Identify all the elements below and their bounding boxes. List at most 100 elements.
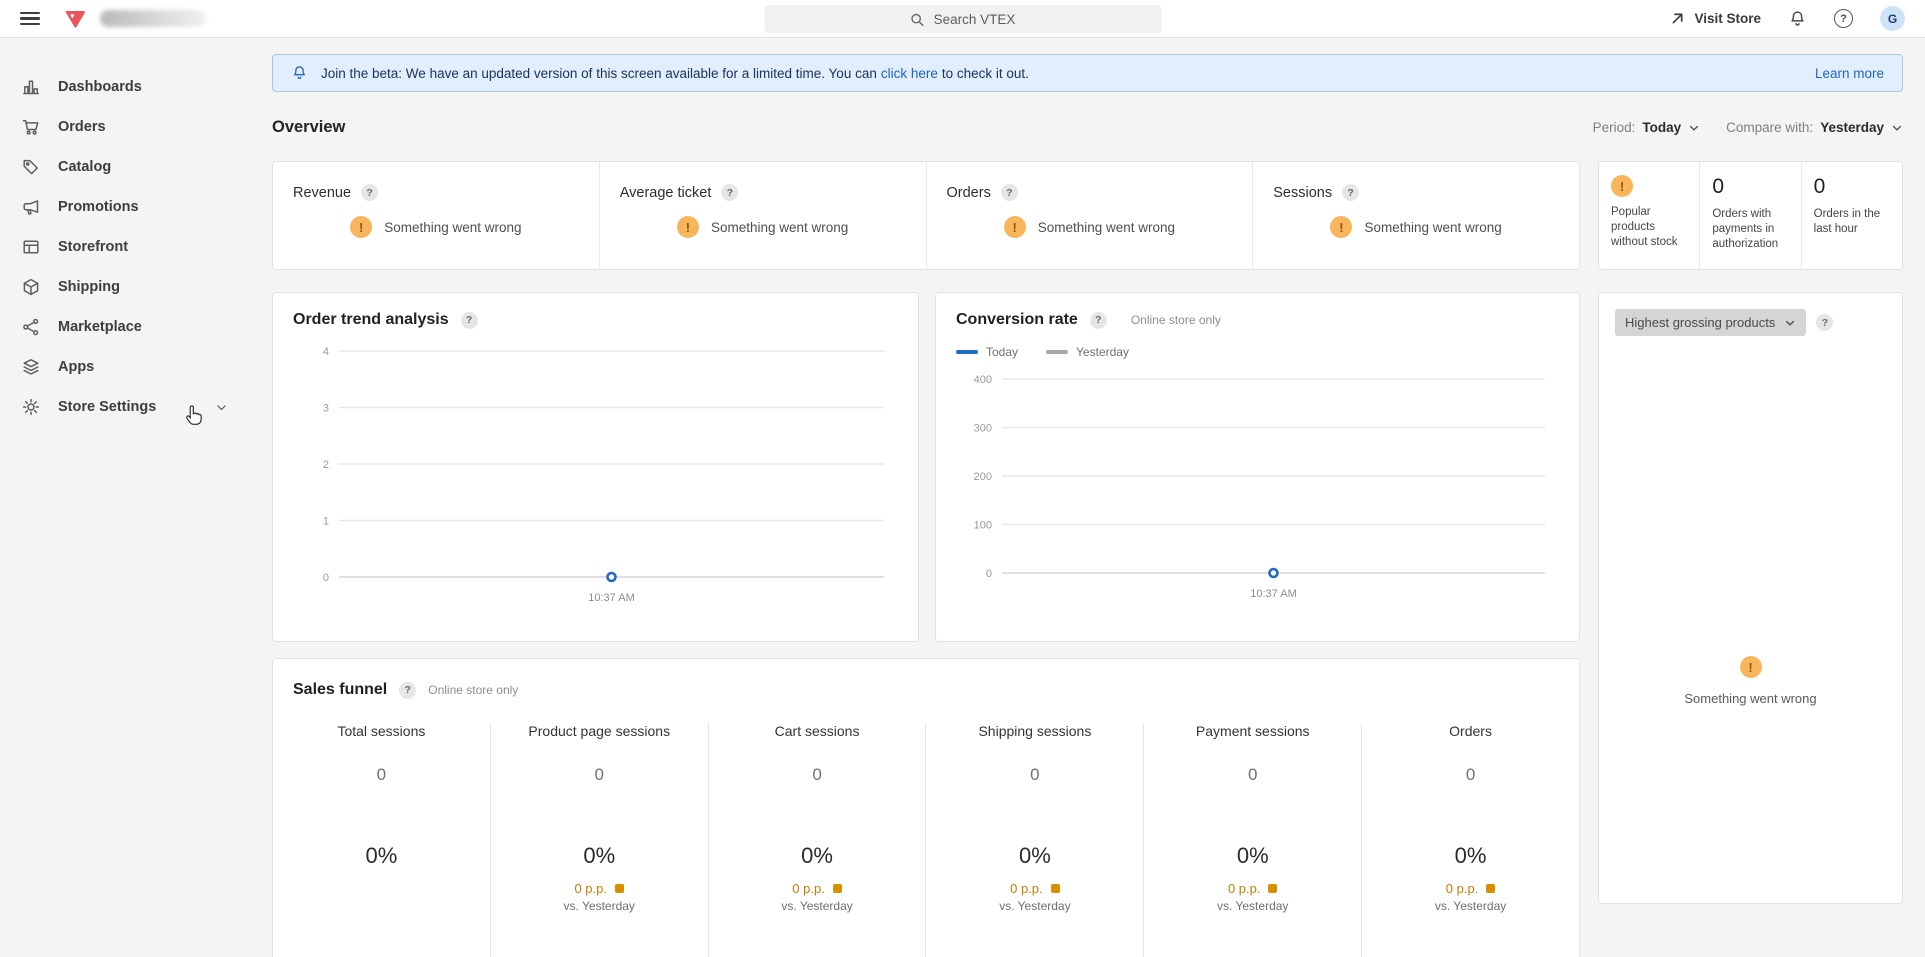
avatar[interactable]: G bbox=[1880, 6, 1905, 31]
help-badge-icon[interactable]: ? bbox=[1816, 314, 1833, 331]
sidebar-item-dashboards[interactable]: Dashboards bbox=[0, 67, 253, 107]
banner-text-after: to check it out. bbox=[942, 66, 1029, 81]
store-name-blurred bbox=[100, 10, 206, 27]
sidebar-item-apps[interactable]: Apps bbox=[0, 347, 253, 387]
funnel-rate: 0% bbox=[1144, 843, 1361, 869]
layout-icon bbox=[21, 237, 41, 257]
sidebar-item-store-settings[interactable]: Store Settings bbox=[0, 387, 253, 427]
legend-item-yesterday: Yesterday bbox=[1046, 345, 1129, 359]
funnel-value: 0 bbox=[926, 765, 1143, 785]
funnel-vs: vs. Yesterday bbox=[709, 899, 926, 913]
svg-text:400: 400 bbox=[974, 374, 992, 386]
warning-icon: ! bbox=[1330, 216, 1352, 238]
funnel-rate: 0% bbox=[926, 843, 1143, 869]
period-label: Period: bbox=[1593, 120, 1636, 135]
banner-click-here-link[interactable]: click here bbox=[881, 66, 938, 81]
kpi-card-title: Sessions bbox=[1273, 185, 1332, 201]
funnel-vs: vs. Yesterday bbox=[926, 899, 1143, 913]
bar-chart-icon bbox=[21, 77, 41, 97]
sidebar-item-label: Promotions bbox=[58, 199, 139, 215]
kpi-card-title: Orders bbox=[947, 185, 991, 201]
order-trend-chart: 0123410:37 AM bbox=[293, 337, 898, 609]
error-text: Something went wrong bbox=[1364, 220, 1501, 235]
svg-text:4: 4 bbox=[323, 346, 329, 358]
learn-more-link[interactable]: Learn more bbox=[1815, 66, 1884, 81]
kpi-card-title: Average ticket bbox=[620, 185, 712, 201]
funnel-vs: vs. Yesterday bbox=[491, 899, 708, 913]
funnel-label: Cart sessions bbox=[709, 723, 926, 739]
compare-label: Compare with: bbox=[1726, 120, 1813, 135]
sidebar-item-shipping[interactable]: Shipping bbox=[0, 267, 253, 307]
help-badge-icon[interactable]: ? bbox=[721, 184, 738, 201]
beta-banner: Join the beta: We have an updated versio… bbox=[272, 54, 1903, 92]
order-trend-panel: Order trend analysis ? 0123410:37 AM bbox=[272, 292, 919, 642]
quick-stat-label: Orders in the last hour bbox=[1814, 207, 1890, 237]
svg-text:300: 300 bbox=[974, 423, 992, 435]
funnel-pp-text: 0 p.p. bbox=[1446, 881, 1479, 896]
error-text: Something went wrong bbox=[384, 220, 521, 235]
svg-text:3: 3 bbox=[323, 403, 329, 415]
funnel-pp-line: 0 p.p. bbox=[709, 881, 926, 896]
arrow-up-right-icon bbox=[1670, 11, 1685, 26]
quick-stat-value: 0 bbox=[1814, 175, 1890, 199]
help-badge-icon[interactable]: ? bbox=[361, 184, 378, 201]
funnel-pp-line: 0 p.p. bbox=[1144, 881, 1361, 896]
funnel-pp-text: 0 p.p. bbox=[1010, 881, 1043, 896]
sidebar-item-orders[interactable]: Orders bbox=[0, 107, 253, 147]
help-badge-icon[interactable]: ? bbox=[1090, 312, 1107, 329]
chevron-down-icon[interactable] bbox=[215, 401, 228, 414]
main-content: Join the beta: We have an updated versio… bbox=[253, 38, 1925, 957]
sidebar-item-label: Storefront bbox=[58, 239, 128, 255]
sidebar-item-label: Orders bbox=[58, 119, 106, 135]
highest-grossing-dropdown[interactable]: Highest grossing products bbox=[1615, 309, 1806, 336]
highest-grossing-error: ! Something went wrong bbox=[1615, 656, 1886, 706]
compare-select[interactable]: Yesterday bbox=[1820, 120, 1903, 135]
vtex-logo-icon bbox=[64, 8, 86, 30]
hamburger-menu-icon[interactable] bbox=[20, 12, 40, 25]
legend-item-today: Today bbox=[956, 345, 1018, 359]
scope-label: Online store only bbox=[1131, 313, 1221, 327]
search-icon bbox=[910, 12, 925, 27]
chevron-down-icon bbox=[1891, 122, 1903, 134]
legend-label: Yesterday bbox=[1076, 345, 1129, 359]
vtex-admin-dashboard: { "icons": { "help": "?", "warning": "!"… bbox=[0, 0, 1925, 957]
sidebar-item-label: Apps bbox=[58, 359, 94, 375]
notifications-bell-icon[interactable] bbox=[1788, 9, 1807, 29]
funnel-label: Payment sessions bbox=[1144, 723, 1361, 739]
help-icon[interactable]: ? bbox=[1834, 9, 1853, 28]
warning-icon: ! bbox=[1004, 216, 1026, 238]
pp-marker-icon bbox=[1268, 884, 1277, 893]
kpi-card-orders: Orders ? ! Something went wrong bbox=[927, 162, 1254, 269]
funnel-label: Orders bbox=[1362, 723, 1579, 739]
funnel-vs: vs. Yesterday bbox=[1362, 899, 1579, 913]
help-badge-icon[interactable]: ? bbox=[1342, 184, 1359, 201]
svg-text:200: 200 bbox=[974, 471, 992, 483]
funnel-step-shipping-sessions: Shipping sessions 0 0% 0 p.p. vs. Yester… bbox=[925, 723, 1143, 957]
funnel-value: 0 bbox=[491, 765, 708, 785]
sidebar-item-storefront[interactable]: Storefront bbox=[0, 227, 253, 267]
sidebar-item-catalog[interactable]: Catalog bbox=[0, 147, 253, 187]
chevron-down-icon bbox=[1688, 122, 1700, 134]
visit-store-button[interactable]: Visit Store bbox=[1670, 11, 1761, 26]
funnel-step-orders: Orders 0 0% 0 p.p. vs. Yesterday bbox=[1361, 723, 1579, 957]
sidebar-item-promotions[interactable]: Promotions bbox=[0, 187, 253, 227]
help-badge-icon[interactable]: ? bbox=[399, 682, 416, 699]
funnel-pp-line: 0 p.p. bbox=[926, 881, 1143, 896]
help-badge-icon[interactable]: ? bbox=[461, 312, 478, 329]
legend-swatch bbox=[956, 350, 978, 354]
sidebar-item-label: Shipping bbox=[58, 279, 120, 295]
page-title: Overview bbox=[272, 118, 345, 137]
sidebar: Dashboards Orders Catalog Promotions Sto… bbox=[0, 38, 253, 957]
sidebar-item-label: Store Settings bbox=[58, 399, 156, 415]
tag-icon bbox=[21, 157, 41, 177]
quick-stat-popular-products: ! Popular products without stock bbox=[1599, 162, 1700, 269]
sidebar-item-marketplace[interactable]: Marketplace bbox=[0, 307, 253, 347]
search-input[interactable]: Search VTEX bbox=[764, 5, 1161, 33]
help-badge-icon[interactable]: ? bbox=[1001, 184, 1018, 201]
funnel-columns: Total sessions 0 0% Product page session… bbox=[273, 723, 1579, 957]
svg-text:2: 2 bbox=[323, 459, 329, 471]
kpi-panel: Revenue ? ! Something went wrong Average… bbox=[272, 161, 1580, 270]
kpi-card-average-ticket: Average ticket ? ! Something went wrong bbox=[600, 162, 927, 269]
period-select[interactable]: Today bbox=[1642, 120, 1700, 135]
section-title: Sales funnel bbox=[293, 681, 387, 699]
